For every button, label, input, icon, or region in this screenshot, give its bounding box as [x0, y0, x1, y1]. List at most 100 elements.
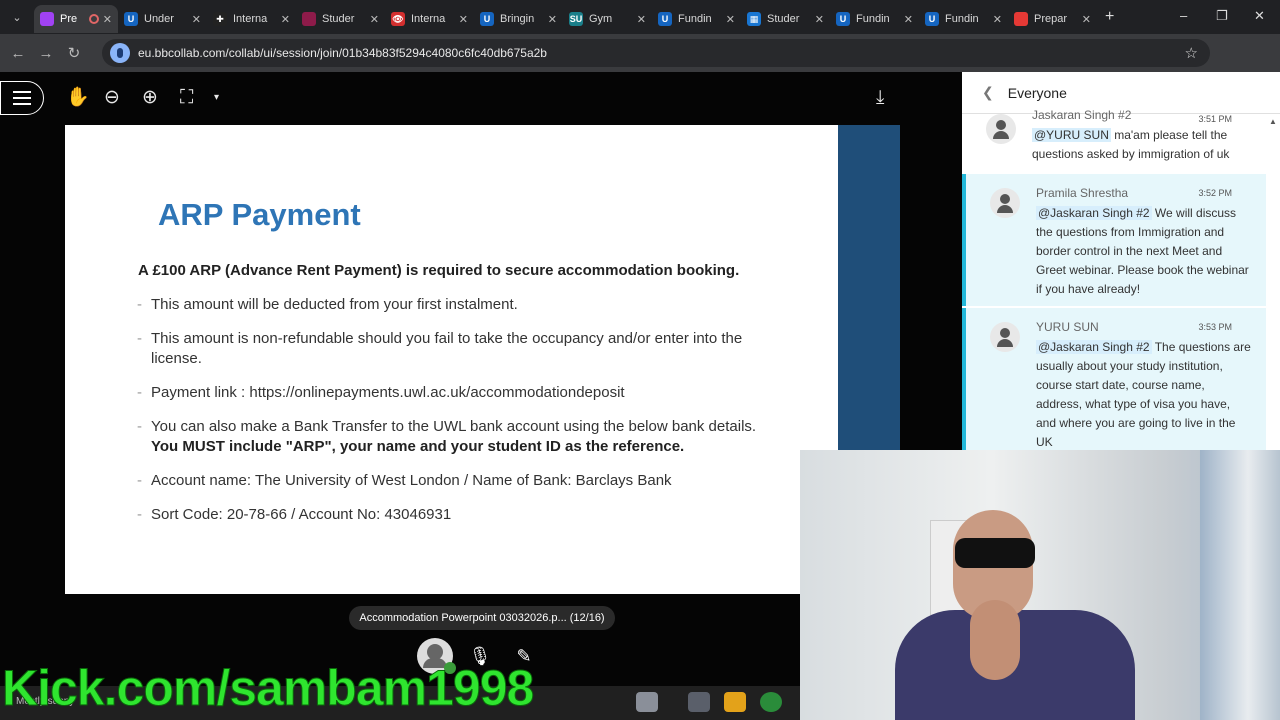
chat-scrollbar[interactable]: ▲	[1266, 114, 1280, 450]
tab-label: Studer	[767, 13, 800, 25]
bullet-plain-text: This amount is non-refundable should you…	[151, 330, 743, 367]
bullet-dash: -	[137, 330, 142, 347]
close-window-icon[interactable]: ✕	[1254, 8, 1265, 24]
tab-close-icon[interactable]: ✕	[459, 13, 468, 26]
site-info-icon[interactable]	[110, 43, 130, 63]
browser-tab[interactable]: Pre ✕	[34, 5, 118, 33]
chat-avatar	[986, 114, 1016, 144]
zoom-in-icon[interactable]: ⊕	[142, 87, 158, 109]
tab-close-icon[interactable]: ✕	[904, 13, 913, 26]
bullet-text: Payment link : https://onlinepayments.uw…	[151, 383, 625, 403]
slide-bullet: - This amount will be deducted from your …	[137, 295, 777, 315]
slide-accent-bar	[838, 125, 900, 450]
browser-tab[interactable]: 👁 Interna ✕	[385, 5, 474, 33]
tab-close-icon[interactable]: ✕	[993, 13, 1002, 26]
fit-dropdown-chevron-icon[interactable]: ▾	[214, 87, 219, 109]
tab-label: Fundin	[856, 13, 890, 25]
tab-favicon-icon: SU	[569, 12, 583, 26]
reload-icon[interactable]: ↻	[60, 44, 88, 62]
browser-tab[interactable]: ▦ Studer ✕	[741, 5, 830, 33]
bullet-text: This amount will be deducted from your f…	[151, 295, 518, 315]
download-icon[interactable]: ⤓	[876, 87, 884, 109]
tab-favicon-icon: ▦	[747, 12, 761, 26]
browser-tab[interactable]: ✚ Interna ✕	[207, 5, 296, 33]
bullet-text: Sort Code: 20-78-66 / Account No: 430469…	[151, 505, 451, 525]
slide-bullet: - You can also make a Bank Transfer to th…	[137, 417, 777, 457]
tab-close-icon[interactable]: ✕	[637, 13, 646, 26]
tab-label: Fundin	[945, 13, 979, 25]
browser-tab[interactable]: U Bringin ✕	[474, 5, 563, 33]
zoom-out-icon[interactable]: ⊖	[104, 87, 120, 109]
bullet-plain-text: This amount will be deducted from your f…	[151, 296, 518, 313]
tab-favicon-icon	[302, 12, 316, 26]
tab-close-icon[interactable]: ✕	[1082, 13, 1091, 26]
fit-screen-icon[interactable]: ⛶	[180, 87, 193, 109]
tab-label: Pre	[60, 13, 78, 25]
tab-close-icon[interactable]: ✕	[281, 13, 290, 26]
bullet-dash: -	[137, 472, 142, 489]
tab-close-icon[interactable]: ✕	[815, 13, 824, 26]
chat-panel: ❮ Everyone ▲ 3:51 PM Jaskaran Singh #2 @YU…	[962, 72, 1280, 453]
address-bar-row: ← → ↻ eu.bbcollab.com/collab/ui/session/…	[0, 34, 1280, 97]
chat-message-text: @YURU SUN ma'am please tell the question…	[1032, 126, 1252, 164]
tab-favicon-icon: U	[925, 12, 939, 26]
back-chevron-icon[interactable]: ❮	[982, 84, 994, 101]
browser-tab[interactable]: U Fundin ✕	[830, 5, 919, 33]
taskbar-chrome-icon[interactable]	[760, 692, 782, 712]
slide-bullet: - Payment link : https://onlinepayments.u…	[137, 383, 777, 403]
bullet-plain-text: Sort Code: 20-78-66 / Account No: 430469…	[151, 506, 452, 523]
tab-close-icon[interactable]: ✕	[726, 13, 735, 26]
chat-message: 3:51 PM Jaskaran Singh #2 @YURU SUN ma'am …	[962, 108, 1266, 172]
tab-label: Studer	[322, 13, 355, 25]
tab-favicon-icon: U	[658, 12, 672, 26]
screen: ⌄ Pre ✕ U Under ✕ ✚ Interna ✕ Studer ✕ 👁 Interna ✕ U B…	[0, 0, 1280, 720]
minimize-icon[interactable]: –	[1180, 8, 1187, 23]
webcam-person-hand	[970, 600, 1020, 680]
chat-message-text: @Jaskaran Singh #2 The questions are usu…	[1036, 338, 1252, 452]
taskbar-folder-icon[interactable]	[724, 692, 746, 712]
tab-recording-icon	[88, 14, 99, 24]
chat-message-text: @Jaskaran Singh #2 We will discuss the q…	[1036, 204, 1252, 299]
chat-message: 3:52 PM Pramila Shrestha @Jaskaran Singh #…	[962, 174, 1266, 306]
taskbar-taskview-icon[interactable]	[688, 692, 710, 712]
bookmark-star-icon[interactable]: ☆	[1185, 44, 1198, 62]
tab-favicon-icon	[40, 12, 54, 26]
browser-tab[interactable]: Prepar ✕	[1008, 5, 1097, 33]
taskbar-app-icon[interactable]	[636, 692, 658, 712]
tab-close-icon[interactable]: ✕	[192, 13, 201, 26]
tab-search-chevron-icon[interactable]: ⌄	[6, 6, 28, 28]
tab-close-icon[interactable]: ✕	[370, 13, 379, 26]
tab-label: Interna	[411, 13, 446, 25]
chat-mention[interactable]: @Jaskaran Singh #2	[1036, 206, 1152, 220]
tab-close-icon[interactable]: ✕	[548, 13, 557, 26]
bullet-text: This amount is non-refundable should you…	[151, 329, 777, 369]
chat-timestamp: 3:53 PM	[1198, 322, 1232, 332]
bullet-dash: -	[137, 418, 142, 435]
browser-tab[interactable]: SU Gym ✕	[563, 5, 652, 33]
chat-mention[interactable]: @YURU SUN	[1032, 128, 1111, 142]
new-tab-plus-icon[interactable]: +	[1105, 8, 1114, 26]
forward-arrow-icon[interactable]: →	[32, 45, 60, 62]
browser-tab[interactable]: U Under ✕	[118, 5, 207, 33]
tab-favicon-icon	[1014, 12, 1028, 26]
browser-tab-strip: ⌄ Pre ✕ U Under ✕ ✚ Interna ✕ Studer ✕ 👁 Interna ✕ U B…	[0, 0, 1280, 34]
chat-channel-title: Everyone	[1007, 84, 1067, 101]
tab-close-icon[interactable]: ✕	[103, 13, 112, 26]
slide-bullet-list: - This amount will be deducted from your …	[137, 295, 777, 539]
chat-mention[interactable]: @Jaskaran Singh #2	[1036, 340, 1152, 354]
url-field[interactable]: eu.bbcollab.com/collab/ui/session/join/0…	[102, 39, 1210, 67]
pan-hand-icon[interactable]: ✋	[66, 87, 90, 109]
bullet-dash: -	[137, 506, 142, 523]
maximize-icon[interactable]: ❐	[1216, 8, 1228, 24]
tab-label: Interna	[233, 13, 268, 25]
browser-tab[interactable]: U Fundin ✕	[652, 5, 741, 33]
slide-lead-text: A £100 ARP (Advance Rent Payment) is req…	[138, 262, 740, 279]
bullet-dash: -	[137, 296, 142, 313]
session-menu-button[interactable]	[0, 81, 44, 115]
browser-tab[interactable]: Studer ✕	[296, 5, 385, 33]
slide: ARP Payment A £100 ARP (Advance Rent Pay…	[65, 125, 900, 594]
back-arrow-icon[interactable]: ←	[4, 45, 32, 62]
bullet-bold-text: You MUST include "ARP", your name and yo…	[151, 438, 685, 455]
browser-tab[interactable]: U Fundin ✕	[919, 5, 1008, 33]
document-name-pill: Accommodation Powerpoint 03032026.p... (…	[349, 606, 615, 630]
